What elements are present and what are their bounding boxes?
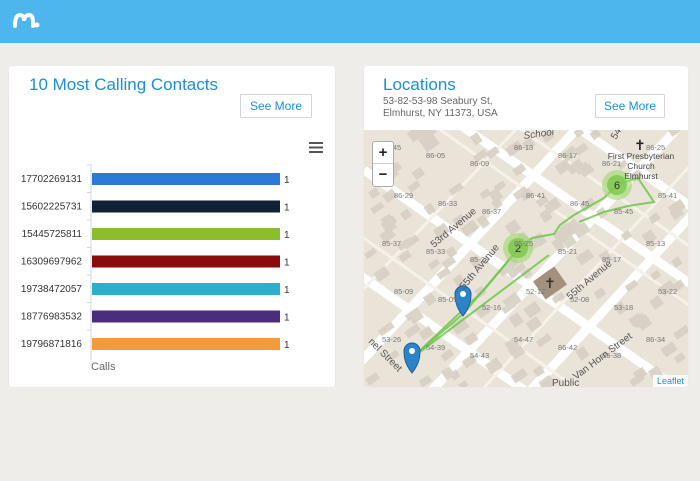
- contacts-bar-chart: 17702269131 1 15602225731 1 15445725811 1 1630…: [21, 164, 290, 361]
- locations-card: Locations 53-82-53-98 Seabury St, Elmhur…: [364, 66, 688, 387]
- category-label: 15602225731: [21, 202, 83, 213]
- bar-15445725811[interactable]: [92, 228, 280, 240]
- house-number: 86-29: [394, 191, 413, 200]
- house-number: 85-41: [658, 191, 677, 200]
- category-label: 15445725811: [22, 229, 83, 240]
- house-number: 52-16: [482, 303, 501, 312]
- map-attribution-link[interactable]: Leaflet: [652, 375, 688, 387]
- house-number: 86-21: [602, 159, 621, 168]
- place-label: Church: [627, 161, 655, 171]
- house-number: 86-34: [646, 335, 665, 344]
- house-number: 86-13: [514, 143, 533, 152]
- top-bar: [0, 0, 700, 43]
- house-number: 53-22: [658, 287, 677, 296]
- location-cluster-2[interactable]: 2: [503, 233, 533, 263]
- house-number: 52-12: [526, 287, 545, 296]
- zoom-out-button[interactable]: −: [373, 164, 393, 186]
- house-number: 85-09: [394, 287, 413, 296]
- bar-16309697962[interactable]: [92, 255, 280, 268]
- house-number: 86-33: [438, 199, 457, 208]
- house-number: 85-37: [382, 239, 401, 248]
- house-number: 54-43: [470, 351, 489, 360]
- house-number: 85-45: [614, 207, 633, 216]
- bar-17702269131[interactable]: [92, 173, 280, 185]
- church-icon: ✝: [544, 275, 556, 291]
- contacts-card: 10 Most Calling Contacts See More 177022…: [9, 66, 335, 387]
- data-label: 1: [284, 203, 290, 214]
- map-tiles: ✝ ✝ 6 2 53rd Avenue 55th Avenue 55th Ave…: [364, 130, 688, 387]
- data-label: 1: [284, 230, 290, 241]
- address-line-2: Elmhurst, NY 11373, USA: [383, 108, 498, 119]
- data-label: 1: [284, 313, 290, 324]
- data-label: 1: [284, 175, 290, 186]
- house-number: 53-26: [382, 335, 401, 344]
- house-number: 86-09: [470, 159, 489, 168]
- house-number: 85-21: [558, 247, 577, 256]
- category-label: 17702269131: [21, 174, 83, 185]
- locations-see-more-button[interactable]: See More: [595, 94, 665, 118]
- category-label: 16309697962: [21, 257, 83, 268]
- map-zoom-control: + −: [372, 141, 394, 187]
- data-label: 1: [284, 258, 290, 269]
- house-number: 86-41: [526, 191, 545, 200]
- house-number: 85-17: [602, 255, 621, 264]
- zoom-in-button[interactable]: +: [373, 142, 393, 164]
- house-number: 85-33: [426, 247, 445, 256]
- bar-19796871816[interactable]: [92, 338, 280, 350]
- category-label: 19738472057: [21, 284, 83, 295]
- bar-19738472057[interactable]: [92, 283, 280, 295]
- house-number: 86-45: [570, 199, 589, 208]
- data-label: 1: [284, 340, 290, 351]
- house-number: 85-13: [646, 239, 665, 248]
- house-number: 85-29: [470, 255, 489, 264]
- house-number: 54-47: [514, 335, 533, 344]
- house-number: 86-25: [646, 143, 665, 152]
- street-label: Public: [552, 378, 579, 387]
- place-label: Elmhurst: [624, 171, 658, 181]
- bar-18776983532[interactable]: [92, 310, 280, 323]
- mspy-logo-icon[interactable]: [12, 8, 40, 32]
- x-axis-label: Calls: [91, 361, 116, 373]
- data-label: 1: [284, 285, 290, 296]
- map-view[interactable]: ✝ ✝ 6 2 53rd Avenue 55th Avenue 55th Ave…: [364, 130, 688, 387]
- category-label: 19796871816: [21, 339, 83, 350]
- house-number: 86-42: [558, 343, 577, 352]
- house-number: 54-39: [426, 343, 445, 352]
- house-number: 85-25: [514, 239, 533, 248]
- svg-text:6: 6: [614, 180, 620, 192]
- category-label: 18776983532: [21, 312, 83, 323]
- house-number: 85-05: [438, 295, 457, 304]
- house-number: 86-05: [426, 151, 445, 160]
- house-number: 86-37: [482, 207, 501, 216]
- house-number: 86-38: [602, 351, 621, 360]
- address-line-1: 53-82-53-98 Seabury St,: [383, 96, 493, 107]
- contacts-see-more-button[interactable]: See More: [240, 94, 312, 118]
- contacts-card-title: 10 Most Calling Contacts: [29, 75, 218, 94]
- hamburger-menu-icon[interactable]: [309, 142, 323, 153]
- house-number: 86-17: [558, 151, 577, 160]
- house-number: 53-18: [614, 303, 633, 312]
- house-number: 52-08: [570, 295, 589, 304]
- bar-15602225731[interactable]: [92, 200, 280, 213]
- locations-card-title: Locations: [383, 75, 456, 94]
